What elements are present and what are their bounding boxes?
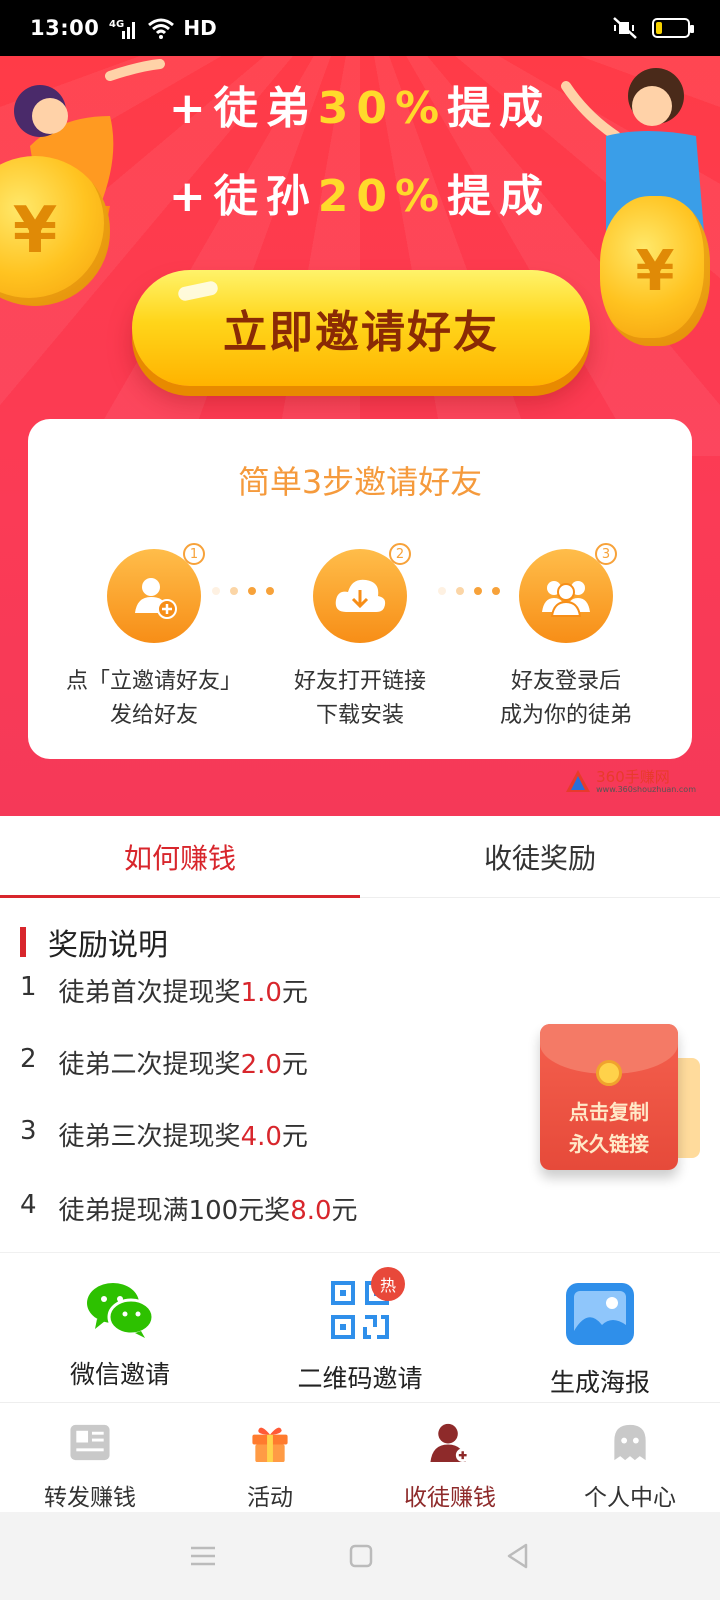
reward-unit: 元 [331,1196,358,1226]
reward-section-title: 奖励说明 [48,928,168,963]
reward-text: 徒弟提现满100元奖 [58,1196,291,1226]
invite-methods-bar: 微信邀请 热 二维码邀请 生成海报 [0,1252,720,1402]
steps-title: 简单3步邀请好友 [237,463,483,501]
step-number: 3 [595,543,617,565]
reward-item: 4 徒弟提现满100元奖8.0元 [20,1190,358,1227]
watermark-name: 360手赚网 [596,768,670,786]
status-bar: 13:00 4G HD [0,0,720,56]
add-user-icon: 1 [107,543,205,643]
nav-label: 转发赚钱 [44,1485,136,1511]
reward-amount: 4.0 [240,1122,282,1152]
reward-item: 1 徒弟首次提现奖1.0元 [20,972,308,1009]
reward-item: 3 徒弟三次提现奖4.0元 [20,1116,308,1153]
hot-badge: 热 [371,1267,405,1301]
nav-item-share-earn[interactable]: 转发赚钱 [0,1403,180,1512]
gift-icon [252,1427,288,1463]
copy-link-red-packet[interactable]: 点击复制 永久链接 [540,1020,700,1170]
status-time: 13:00 [30,16,100,40]
red-packet-line1: 点击复制 [569,1100,649,1124]
nav-label: 个人中心 [584,1485,676,1511]
reward-number: 1 [20,972,37,1002]
red-packet-seal-icon [596,1060,622,1086]
home-icon[interactable] [348,1543,374,1569]
nav-item-activity[interactable]: 活动 [180,1403,360,1512]
step-text-line2: 下载安装 [315,703,404,728]
generate-poster-button[interactable]: 生成海报 [480,1253,720,1402]
watermark-url: www.360shouzhuan.com [596,785,696,794]
reward-unit: 元 [281,1050,308,1080]
apprentice-percent: 30% [317,83,448,134]
network-label: 4G [109,19,124,30]
red-packet-line2: 永久链接 [569,1132,649,1156]
step-number: 1 [183,543,205,565]
wifi-icon [148,18,175,39]
wechat-invite-button[interactable]: 微信邀请 [0,1253,240,1402]
step-text-line1: 点「立邀请好友」 [65,669,242,694]
red-packet-envelope[interactable]: 点击复制 永久链接 [540,1024,678,1170]
reward-amount: 8.0 [290,1196,332,1226]
mute-vibrate-icon [613,17,637,39]
reward-amount: 2.0 [240,1050,282,1080]
step-text-line1: 好友登录后 [510,669,621,694]
reward-number: 4 [20,1190,37,1220]
step-1: 1 点「立邀请好友」 发给好友 [44,543,264,733]
system-navigation-bar [0,1512,720,1600]
reward-item: 2 徒弟二次提现奖2.0元 [20,1044,308,1081]
nav-label: 收徒赚钱 [404,1485,496,1511]
add-person-icon [430,1423,470,1463]
hero-banner: ¥ ¥ +徒弟30%提成 +徒孙20%提成 立即邀请好友 简单3步邀请好友 1 … [0,56,720,816]
reward-text: 徒弟二次提现奖 [58,1050,241,1080]
step-3: 3 好友登录后 成为你的徒弟 [456,543,676,733]
tab-apprentice-rewards[interactable]: 收徒奖励 [360,816,720,897]
signal-group: 4G HD [109,16,216,40]
nav-label: 活动 [247,1485,293,1511]
group-icon: 3 [519,543,617,643]
promo-line-grand-apprentice: +徒孙20%提成 [168,171,552,222]
menu-icon[interactable] [188,1544,218,1568]
tab-how-to-earn[interactable]: 如何赚钱 [0,816,360,898]
image-icon [566,1283,634,1345]
battery-icon [652,18,694,38]
hd-label: HD [183,16,217,40]
ghost-icon [614,1424,646,1461]
wechat-icon [87,1283,155,1338]
wechat-invite-label: 微信邀请 [69,1360,170,1389]
promo-line-apprentice: +徒弟30%提成 [168,83,552,134]
news-icon [70,1424,110,1461]
reward-text: 徒弟三次提现奖 [58,1122,241,1152]
content-tabs: 如何赚钱 收徒奖励 [0,816,720,898]
watermark: 360手赚网 www.360shouzhuan.com [564,768,696,794]
reward-unit: 元 [281,1122,308,1152]
reward-number: 3 [20,1116,37,1146]
signal-icon: 4G [109,19,136,39]
reward-section-header: 奖励说明 [20,920,168,964]
nav-item-recruit-earn[interactable]: 收徒赚钱 [360,1403,540,1512]
reward-text: 徒弟首次提现奖 [58,978,241,1008]
step-text-line2: 发给好友 [109,703,198,728]
bottom-navigation: 转发赚钱 活动 收徒赚钱 个人中心 [0,1402,720,1512]
qrcode-invite-button[interactable]: 热 二维码邀请 [240,1253,480,1402]
back-icon[interactable] [504,1542,532,1570]
qrcode-invite-label: 二维码邀请 [297,1364,423,1393]
status-right [612,16,694,40]
nav-item-profile[interactable]: 个人中心 [540,1403,720,1512]
step-2: 2 好友打开链接 下载安装 [250,543,470,733]
reward-amount: 1.0 [240,978,282,1008]
generate-poster-label: 生成海报 [549,1368,650,1397]
cloud-download-icon: 2 [313,543,411,643]
step-text-line1: 好友打开链接 [293,669,426,694]
reward-number: 2 [20,1044,37,1074]
reward-unit: 元 [281,978,308,1008]
section-accent-bar [20,927,26,957]
watermark-logo-icon [566,770,591,792]
step-number: 2 [389,543,411,565]
step-text-line2: 成为你的徒弟 [499,703,632,728]
grand-apprentice-percent: 20% [317,171,448,222]
steps-card: 简单3步邀请好友 1 点「立邀请好友」 发给好友 2 好友打开链接 下载安装 3… [28,419,692,759]
invite-friends-button[interactable]: 立即邀请好友 [132,270,590,386]
